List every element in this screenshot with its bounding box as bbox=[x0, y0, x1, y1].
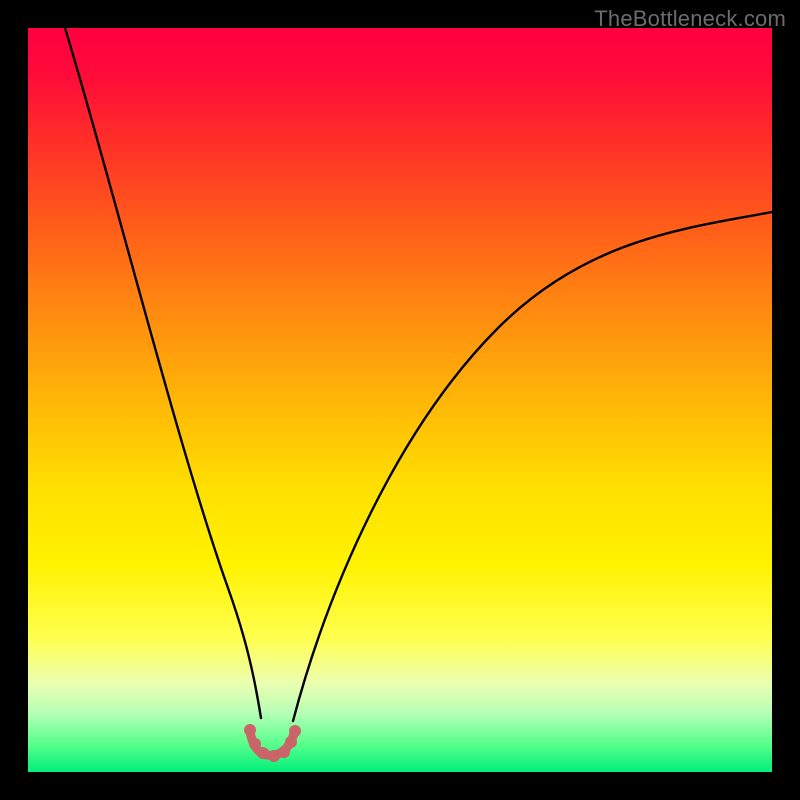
curve-left-branch bbox=[65, 28, 261, 718]
curve-right-branch bbox=[293, 212, 772, 721]
chart-svg bbox=[28, 28, 772, 772]
watermark-text: TheBottleneck.com bbox=[594, 6, 786, 32]
chart-stage: TheBottleneck.com bbox=[0, 0, 800, 800]
chart-plot-area bbox=[28, 28, 772, 772]
valley-marker bbox=[244, 724, 301, 762]
